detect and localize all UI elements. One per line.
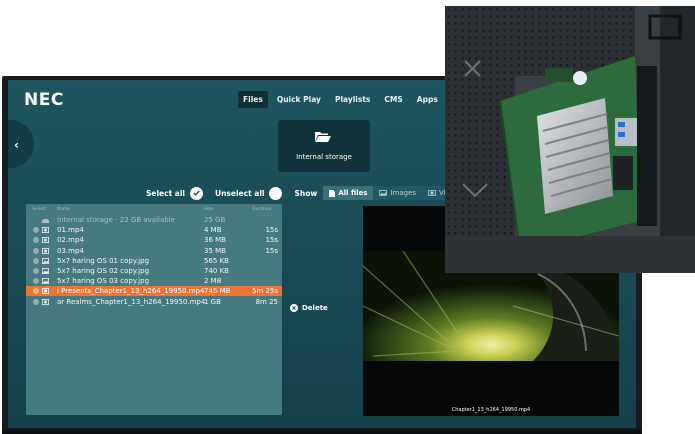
film-icon — [42, 237, 49, 244]
file-name: 02.mp4 — [57, 236, 84, 245]
back-button[interactable]: ‹ — [8, 120, 34, 168]
image-icon — [379, 190, 388, 196]
select-all-label: Select all — [146, 188, 185, 198]
file-size: 4 MB — [204, 226, 222, 235]
filter-all-files-label: All files — [338, 189, 368, 197]
file-duration: 15s — [265, 226, 278, 235]
file-size: 35 MB — [204, 246, 226, 255]
row-select-toggle[interactable] — [33, 298, 39, 305]
monitor-bezel — [2, 430, 642, 434]
unselect-all-label: Unselect all — [215, 188, 265, 198]
column-header-name: Name — [57, 207, 71, 212]
file-name: 5x7 haring OS 01 copy.jpg — [57, 256, 150, 265]
select-all-toggle[interactable] — [190, 186, 203, 200]
file-list: Select Name Size Duration Internal stora… — [26, 204, 282, 415]
film-icon — [42, 247, 49, 254]
column-header-size: Size — [204, 207, 214, 212]
film-icon — [42, 288, 49, 295]
file-size: 740 KB — [204, 267, 229, 275]
drive-icon — [42, 219, 49, 223]
top-nav: Files Quick Play Playlists CMS Apps — [238, 91, 443, 108]
nav-quick-play[interactable]: Quick Play — [272, 91, 326, 108]
unselect-all-toggle[interactable] — [269, 186, 283, 200]
file-row[interactable]: ar Realms_Chapter1_13_h264_19950.mp4 1 GB… — [26, 297, 282, 307]
column-header-duration: Duration — [252, 207, 272, 212]
file-size: 1 GB — [204, 297, 221, 306]
filter-all-files[interactable]: All files — [323, 186, 374, 200]
file-row[interactable]: 5x7 haring OS 02 copy.jpg 740 KB — [26, 266, 282, 276]
file-row[interactable]: i Presents_Chapter1_13_h264_19950.mp4 745… — [26, 286, 282, 297]
brand-logo: NEC — [24, 90, 64, 110]
file-duration: 15s — [265, 246, 278, 255]
file-name: 01.mp4 — [57, 226, 84, 235]
file-row[interactable]: 01.mp4 4 MB 15s — [26, 225, 282, 235]
show-label: Show — [294, 188, 318, 198]
row-select-toggle[interactable] — [33, 227, 39, 234]
file-duration: 5m 25s — [251, 287, 278, 296]
nav-apps[interactable]: Apps — [412, 91, 443, 108]
file-name: 5x7 haring OS 03 copy.jpg — [57, 277, 150, 286]
file-name: ar Realms_Chapter1_13_h264_19950.mp4 — [57, 297, 206, 306]
file-controls: Select all Unselect all Show All files I… — [146, 186, 469, 200]
file-name: i Presents_Chapter1_13_h264_19950.mp4 — [57, 287, 205, 296]
nav-playlists[interactable]: Playlists — [330, 91, 375, 108]
file-size: 25 GB — [204, 216, 226, 224]
checkmark-icon — [193, 190, 200, 196]
file-size: 745 MB — [204, 287, 231, 296]
storage-label: Internal storage — [296, 153, 352, 161]
nav-cms[interactable]: CMS — [379, 91, 407, 108]
row-select-toggle[interactable] — [33, 268, 39, 274]
image-icon — [42, 268, 49, 274]
delete-button[interactable]: Delete — [290, 304, 328, 312]
row-select-toggle[interactable] — [33, 288, 39, 295]
film-icon — [42, 227, 49, 234]
image-icon — [42, 278, 49, 285]
filter-images-label: Images — [390, 189, 417, 197]
file-row[interactable]: 5x7 haring OS 03 copy.jpg 2 MB — [26, 276, 282, 286]
file-row[interactable]: 03.mp4 35 MB 15s — [26, 246, 282, 256]
delete-label: Delete — [302, 304, 328, 312]
nav-files[interactable]: Files — [238, 91, 268, 108]
image-icon — [42, 257, 49, 264]
chevron-left-icon: ‹ — [14, 138, 19, 152]
file-duration: 8m 25 — [255, 297, 278, 306]
file-size: 2 MB — [204, 277, 222, 286]
file-icon — [329, 189, 336, 197]
row-select-toggle[interactable] — [33, 247, 39, 254]
row-select-toggle[interactable] — [33, 278, 39, 285]
file-name: 03.mp4 — [57, 246, 84, 255]
raspberry-pi-module-photo — [445, 6, 695, 273]
file-size: 565 KB — [204, 256, 229, 265]
column-header-select: Select — [32, 207, 46, 212]
file-size: 36 MB — [204, 236, 226, 245]
file-row[interactable]: 02.mp4 36 MB 15s — [26, 235, 282, 245]
storage-tile[interactable]: Internal storage — [278, 120, 370, 172]
row-select-toggle[interactable] — [33, 257, 39, 264]
film-icon — [428, 190, 436, 196]
preview-caption: Chapter1_13_h264_19950.mp4 — [451, 407, 531, 413]
row-select-toggle[interactable] — [33, 237, 39, 244]
storage-row[interactable]: Internal storage - 22 GB available 25 GB — [26, 215, 282, 225]
file-name: Internal storage - 22 GB available — [57, 216, 175, 224]
folder-open-icon — [315, 132, 331, 142]
file-name: 5x7 haring OS 02 copy.jpg — [57, 267, 150, 275]
filter-images[interactable]: Images — [373, 186, 423, 200]
file-duration: 15s — [265, 236, 278, 245]
film-icon — [42, 298, 49, 305]
close-circle-icon — [290, 304, 298, 312]
file-row[interactable]: 5x7 haring OS 01 copy.jpg 565 KB — [26, 256, 282, 266]
